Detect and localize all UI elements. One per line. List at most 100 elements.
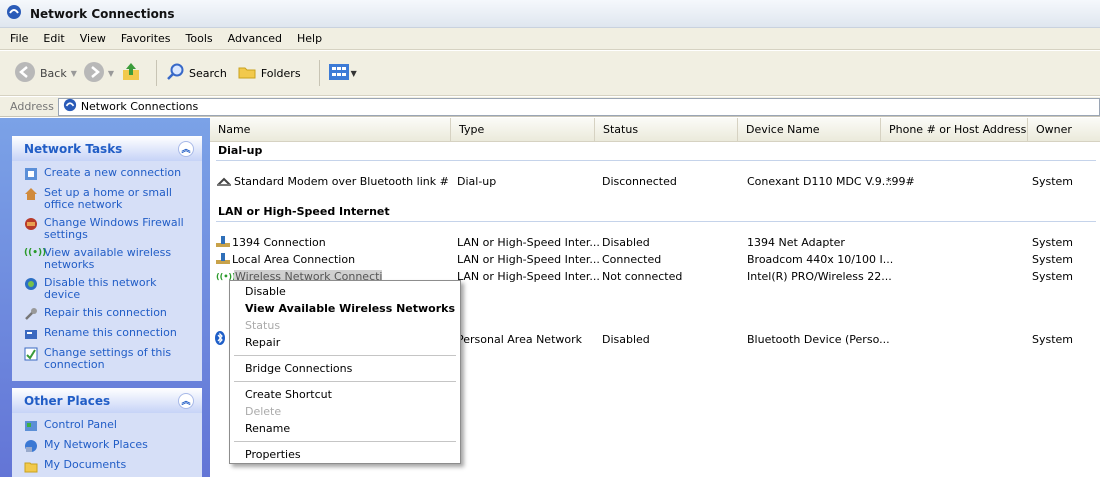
bluetooth-icon: [214, 330, 226, 349]
menu-item-view-wireless[interactable]: View Available Wireless Networks: [232, 300, 458, 317]
task-disable-device[interactable]: Disable this network device: [24, 277, 194, 301]
menu-item-rename[interactable]: Rename: [232, 420, 458, 437]
menu-view[interactable]: View: [80, 32, 106, 45]
chevron-down-icon: ▼: [70, 68, 77, 78]
menu-item-delete: Delete: [245, 405, 282, 418]
folders-label: Folders: [260, 66, 301, 80]
network-tasks-title: Network Tasks: [24, 141, 123, 156]
views-button[interactable]: ▼: [328, 63, 357, 84]
task-firewall[interactable]: Change Windows Firewall settings: [24, 217, 194, 241]
row-device: Broadcom 440x 10/100 I...: [747, 252, 894, 266]
row-phone: *99#: [886, 174, 915, 188]
forward-button[interactable]: ▼: [83, 61, 114, 86]
rename-icon: [24, 327, 38, 341]
place-label: Control Panel: [44, 418, 117, 431]
task-change-settings[interactable]: Change settings of this connection: [24, 347, 194, 371]
table-row[interactable]: Local Area Connection LAN or High-Speed …: [210, 251, 1100, 267]
collapse-icon[interactable]: ︽: [178, 392, 194, 409]
row-type: LAN or High-Speed Inter...: [457, 269, 600, 283]
row-status: Disabled: [602, 332, 650, 346]
menu-item-create-shortcut[interactable]: Create Shortcut: [232, 386, 458, 403]
task-rename[interactable]: Rename this connection: [24, 327, 194, 341]
task-label: Rename this connection: [44, 326, 177, 339]
column-header-name[interactable]: Name: [210, 118, 451, 142]
column-header-owner[interactable]: Owner: [1028, 118, 1100, 142]
menu-item-bridge[interactable]: Bridge Connections: [232, 360, 458, 377]
row-type: Personal Area Network: [457, 332, 582, 346]
lan-adapter-icon: [214, 234, 232, 251]
search-button[interactable]: Search: [165, 62, 231, 85]
table-row[interactable]: Standard Modem over Bluetooth link #2 (.…: [210, 173, 1100, 189]
settings-icon: [24, 347, 38, 361]
task-create-connection[interactable]: Create a new connection: [24, 167, 194, 181]
place-my-network[interactable]: My Network Places: [24, 439, 194, 453]
task-label: Create a new connection: [44, 166, 182, 179]
column-label: Name: [218, 123, 251, 136]
task-label: Disable this network device: [44, 276, 157, 301]
place-label: My Documents: [44, 458, 127, 471]
row-owner: System: [1032, 332, 1074, 346]
group-dialup: Dial-up: [218, 144, 263, 157]
task-repair[interactable]: Repair this connection: [24, 307, 194, 321]
menu-bar: File Edit View Favorites Tools Advanced …: [0, 28, 1100, 50]
menu-item-status: Status: [245, 319, 281, 332]
task-view-wireless[interactable]: ((•)) View available wireless networks: [24, 247, 194, 271]
modem-icon: [216, 173, 232, 190]
back-button[interactable]: Back ▼: [14, 61, 77, 86]
firewall-icon: [24, 217, 38, 231]
column-label: Owner: [1036, 123, 1072, 136]
back-label: Back: [40, 66, 67, 80]
search-icon: [165, 62, 185, 85]
column-header-type[interactable]: Type: [451, 118, 595, 142]
task-home-network[interactable]: Set up a home or small office network: [24, 187, 194, 211]
place-my-documents[interactable]: My Documents: [24, 459, 194, 473]
place-control-panel[interactable]: Control Panel: [24, 419, 194, 433]
menu-separator: [234, 441, 456, 442]
row-type: LAN or High-Speed Inter...: [457, 252, 600, 266]
menu-item-properties[interactable]: Properties: [232, 446, 458, 463]
menu-favorites[interactable]: Favorites: [121, 32, 171, 45]
menu-separator: [234, 355, 456, 356]
network-tasks-header[interactable]: Network Tasks ︽: [12, 136, 202, 161]
collapse-icon[interactable]: ︽: [178, 140, 194, 157]
row-device: Bluetooth Device (Perso...: [747, 332, 890, 346]
network-places-icon: [24, 439, 38, 453]
address-input[interactable]: Network Connections: [57, 97, 1100, 116]
back-arrow-icon: [14, 61, 36, 86]
menu-file[interactable]: File: [10, 32, 28, 45]
column-header-device[interactable]: Device Name: [738, 118, 881, 142]
column-label: Type: [459, 123, 485, 136]
address-bar: Address Network Connections: [0, 97, 1100, 117]
group-lan: LAN or High-Speed Internet: [218, 205, 390, 218]
control-panel-icon: [24, 419, 38, 433]
views-icon: [328, 63, 350, 84]
task-label: Set up a home or small office network: [44, 186, 172, 211]
other-places-header[interactable]: Other Places ︽: [12, 388, 202, 413]
group-divider: [216, 160, 1096, 161]
column-header-phone[interactable]: Phone # or Host Address: [881, 118, 1028, 142]
network-connections-icon: [63, 98, 77, 115]
wireless-icon: ((•)): [24, 248, 47, 258]
place-label: My Network Places: [44, 438, 148, 451]
menu-item-repair[interactable]: Repair: [232, 334, 458, 351]
row-owner: System: [1032, 174, 1074, 188]
menu-advanced[interactable]: Advanced: [228, 32, 282, 45]
menu-item-disable[interactable]: Disable: [232, 283, 458, 300]
task-label: Repair this connection: [44, 306, 167, 319]
address-value: Network Connections: [80, 100, 199, 113]
row-status: Not connected: [602, 269, 683, 283]
task-label: View available wireless networks: [44, 246, 172, 271]
table-row[interactable]: 1394 Connection LAN or High-Speed Inter.…: [210, 234, 1100, 250]
toolbar-separator: [156, 60, 158, 86]
column-header-status[interactable]: Status: [595, 118, 738, 142]
repair-icon: [24, 307, 38, 321]
up-folder-icon: [120, 61, 142, 86]
group-divider: [216, 221, 1096, 222]
folders-button[interactable]: Folders: [237, 62, 305, 85]
menu-help[interactable]: Help: [297, 32, 322, 45]
menu-edit[interactable]: Edit: [43, 32, 64, 45]
lan-adapter-icon: [214, 251, 232, 268]
up-folder-button[interactable]: [120, 61, 142, 86]
menu-tools[interactable]: Tools: [186, 32, 213, 45]
documents-icon: [24, 459, 38, 473]
